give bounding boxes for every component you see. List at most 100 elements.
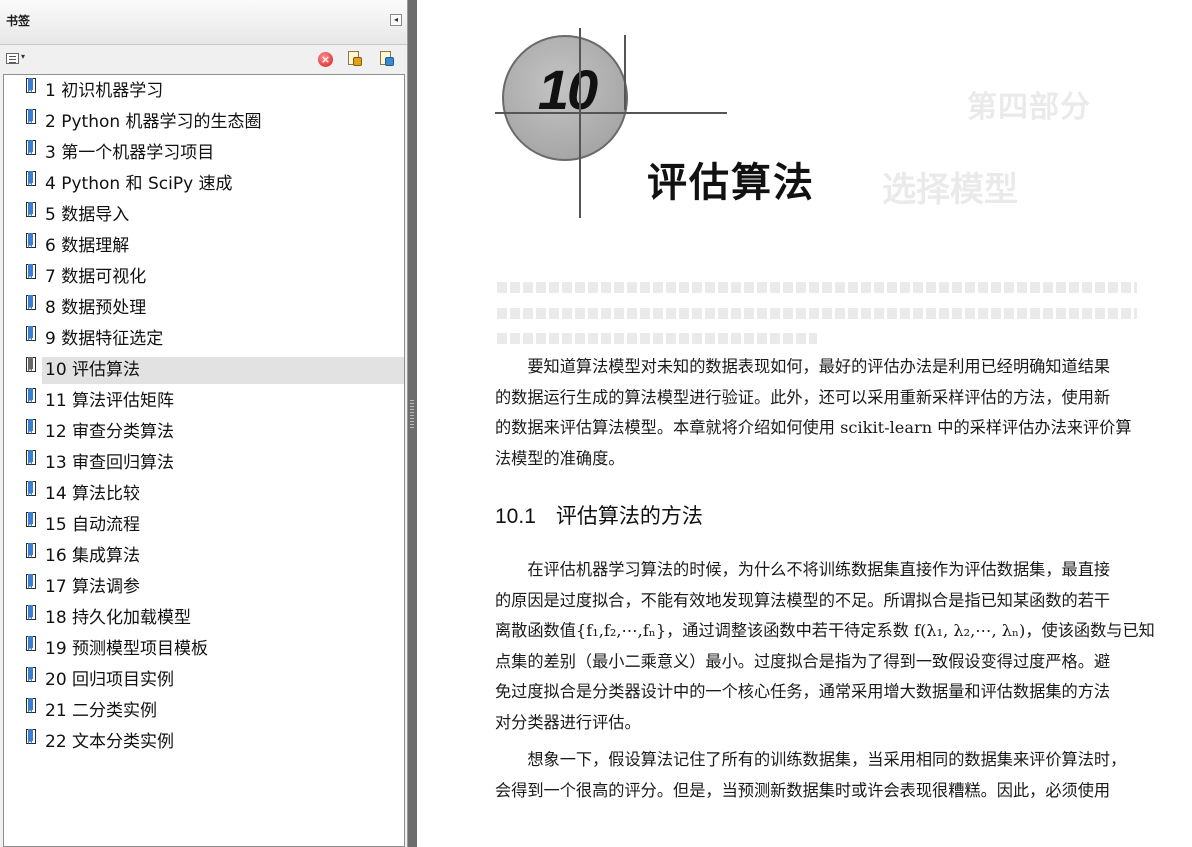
intro-paragraph: 要知道算法模型对未知的数据表现如何，最好的评估办法是利用已经明确知道结果 的数据运…: [495, 352, 1140, 474]
options-menu-icon[interactable]: ▾: [6, 52, 28, 66]
bookmark-label: 1 初识机器学习: [45, 81, 164, 101]
bookmarks-panel: 书签 ◂ ▾ × 1 初识机器学习 2 Python 机器学习的生态圈 3 第一个机…: [0, 0, 408, 847]
bookmark-item[interactable]: 14 算法比较: [4, 478, 404, 506]
bookmark-label: 21 二分类实例: [45, 701, 158, 721]
bookmark-label: 13 审查回归算法: [45, 453, 175, 473]
bookmark-item[interactable]: 13 审查回归算法: [4, 447, 404, 475]
bookmark-item[interactable]: 6 数据理解: [4, 230, 404, 258]
delete-bookmark-icon[interactable]: ×: [318, 52, 333, 67]
text-line: 想象一下，假设算法记住了所有的训练数据集，当采用相同的数据集来评价算法时，: [495, 750, 1127, 769]
bookmark-icon: [26, 202, 37, 219]
bookmark-item[interactable]: 16 集成算法: [4, 540, 404, 568]
text-line: 对分类器进行评估。: [495, 712, 641, 732]
bookmark-icon: [26, 326, 37, 343]
bookmark-label: 10 评估算法: [42, 357, 404, 384]
bookmark-label: 4 Python 和 SciPy 速成: [45, 174, 233, 194]
section-title: 评估算法的方法: [555, 505, 703, 528]
bookmark-item[interactable]: 4 Python 和 SciPy 速成: [4, 168, 404, 196]
bookmark-label: 22 文本分类实例: [45, 732, 175, 752]
bookmark-item[interactable]: 3 第一个机器学习项目: [4, 137, 404, 165]
splitter-grip[interactable]: [410, 400, 414, 428]
bookmark-item[interactable]: 10 评估算法: [4, 354, 404, 384]
text-line: 的原因是过度拟合，不能有效地发现算法模型的不足。所谓拟合是指已知某函数的若干: [495, 590, 1111, 610]
bookmark-icon: [26, 450, 37, 467]
expand-bookmark-icon[interactable]: [347, 51, 363, 67]
bookmark-icon: [26, 140, 37, 157]
section-number: 10.1: [495, 505, 536, 528]
bookmark-item[interactable]: 22 文本分类实例: [4, 726, 404, 754]
decorative-rule: [495, 112, 727, 114]
bookmark-icon: [26, 419, 37, 436]
panel-header: 书签 ◂: [0, 0, 407, 45]
bookmark-list[interactable]: 1 初识机器学习 2 Python 机器学习的生态圈 3 第一个机器学习项目 4 Py…: [3, 74, 405, 847]
bookmark-label: 20 回归项目实例: [45, 670, 175, 690]
bookmark-item[interactable]: 18 持久化加载模型: [4, 602, 404, 630]
bookmark-item[interactable]: 19 预测模型项目模板: [4, 633, 404, 661]
bookmark-label: 18 持久化加载模型: [45, 608, 192, 628]
bookmark-icon: [26, 295, 37, 312]
body-paragraph: 在评估机器学习算法的时候，为什么不将训练数据集直接作为评估数据集，最直接 的原因是…: [495, 555, 1155, 738]
bookmark-label: 9 数据特征选定: [45, 329, 164, 349]
collapse-panel-button[interactable]: ◂: [390, 14, 402, 26]
bookmark-item[interactable]: 15 自动流程: [4, 509, 404, 537]
bookmark-item[interactable]: 7 数据可视化: [4, 261, 404, 289]
text-line: 在评估机器学习算法的时候，为什么不将训练数据集直接作为评估数据集，最直接: [495, 560, 1111, 579]
bookmark-icon: [26, 574, 37, 591]
text-line: 的数据运行生成的算法模型进行验证。此外，还可以采用重新采样评估的方法，使用新: [495, 387, 1111, 407]
bookmark-icon: [26, 481, 37, 498]
bookmark-icon: [26, 78, 37, 95]
bookmark-icon: [26, 636, 37, 653]
chapter-number-badge: 10: [502, 35, 628, 161]
bookmark-item[interactable]: 11 算法评估矩阵: [4, 385, 404, 413]
bookmark-label: 8 数据预处理: [45, 298, 147, 318]
bookmark-item[interactable]: 21 二分类实例: [4, 695, 404, 723]
bookmark-label: 2 Python 机器学习的生态圈: [45, 112, 262, 132]
bookmark-label: 7 数据可视化: [45, 267, 147, 287]
bookmark-icon: [26, 729, 37, 746]
bookmark-icon: [26, 357, 37, 374]
bookmarks-toolbar: ▾ ×: [0, 45, 407, 73]
text-line: 免过度拟合是分类器设计中的一个核心任务，通常采用增大数据量和评估数据集的方法: [495, 682, 1111, 701]
text-line: 离散函数值{f₁,f₂,⋯,fₙ}，通过调整该函数中若干待定系数 f(λ₁, λ…: [495, 621, 1155, 640]
bookmark-label: 14 算法比较: [45, 484, 141, 504]
text-line: 要知道算法模型对未知的数据表现如何，最好的评估办法是利用已经明确知道结果: [495, 357, 1111, 376]
bookmark-label: 19 预测模型项目模板: [45, 639, 209, 659]
bookmark-item[interactable]: 8 数据预处理: [4, 292, 404, 320]
text-line: 的数据来评估算法模型。本章就将介绍如何使用 scikit-learn 中的采样评…: [495, 418, 1132, 437]
bookmark-icon: [26, 605, 37, 622]
bookmark-item[interactable]: 5 数据导入: [4, 199, 404, 227]
text-line: 点集的差别（最小二乘意义）最小。过度拟合是指为了得到一致假设变得过度严格。避: [495, 651, 1111, 671]
bookmark-icon: [26, 171, 37, 188]
body-paragraph: 想象一下，假设算法记住了所有的训练数据集，当采用相同的数据集来评价算法时， 会得到…: [495, 745, 1140, 806]
text-line: 会得到一个很高的评分。但是，当预测新数据集时或许会表现很糟糕。因此，必须使用: [495, 780, 1111, 800]
bookmark-icon: [26, 388, 37, 405]
panel-splitter[interactable]: [408, 0, 417, 847]
chapter-title: 评估算法: [647, 159, 815, 206]
bookmark-icon: [26, 667, 37, 684]
bookmark-label: 17 算法调参: [45, 577, 141, 597]
bookmark-icon: [26, 543, 37, 560]
document-page[interactable]: 第四部分 选择模型 10 评估算法 要知道算法模型对未知的数据表现如何，最好的评…: [417, 0, 1192, 847]
bookmark-label: 12 审查分类算法: [45, 422, 175, 442]
bookmark-item[interactable]: 1 初识机器学习: [4, 75, 404, 103]
bookmark-label: 3 第一个机器学习项目: [45, 143, 215, 163]
bookmark-icon: [26, 264, 37, 281]
bookmark-icon: [26, 698, 37, 715]
decorative-rule: [579, 28, 581, 218]
panel-title: 书签: [6, 14, 31, 28]
bookmark-icon: [26, 233, 37, 250]
bookmark-label: 15 自动流程: [45, 515, 141, 535]
bookmark-label: 6 数据理解: [45, 236, 130, 256]
section-heading: 10.1 评估算法的方法: [495, 500, 703, 530]
bookmark-item[interactable]: 12 审查分类算法: [4, 416, 404, 444]
bookmark-item[interactable]: 17 算法调参: [4, 571, 404, 599]
new-bookmark-icon[interactable]: [379, 51, 395, 67]
text-line: 法模型的准确度。: [495, 448, 625, 468]
bookmark-item[interactable]: 9 数据特征选定: [4, 323, 404, 351]
bookmark-item[interactable]: 2 Python 机器学习的生态圈: [4, 106, 404, 134]
bookmark-icon: [26, 109, 37, 126]
decorative-rule: [624, 35, 626, 110]
bookmark-label: 11 算法评估矩阵: [45, 391, 175, 411]
bookmark-item[interactable]: 20 回归项目实例: [4, 664, 404, 692]
bookmark-icon: [26, 512, 37, 529]
